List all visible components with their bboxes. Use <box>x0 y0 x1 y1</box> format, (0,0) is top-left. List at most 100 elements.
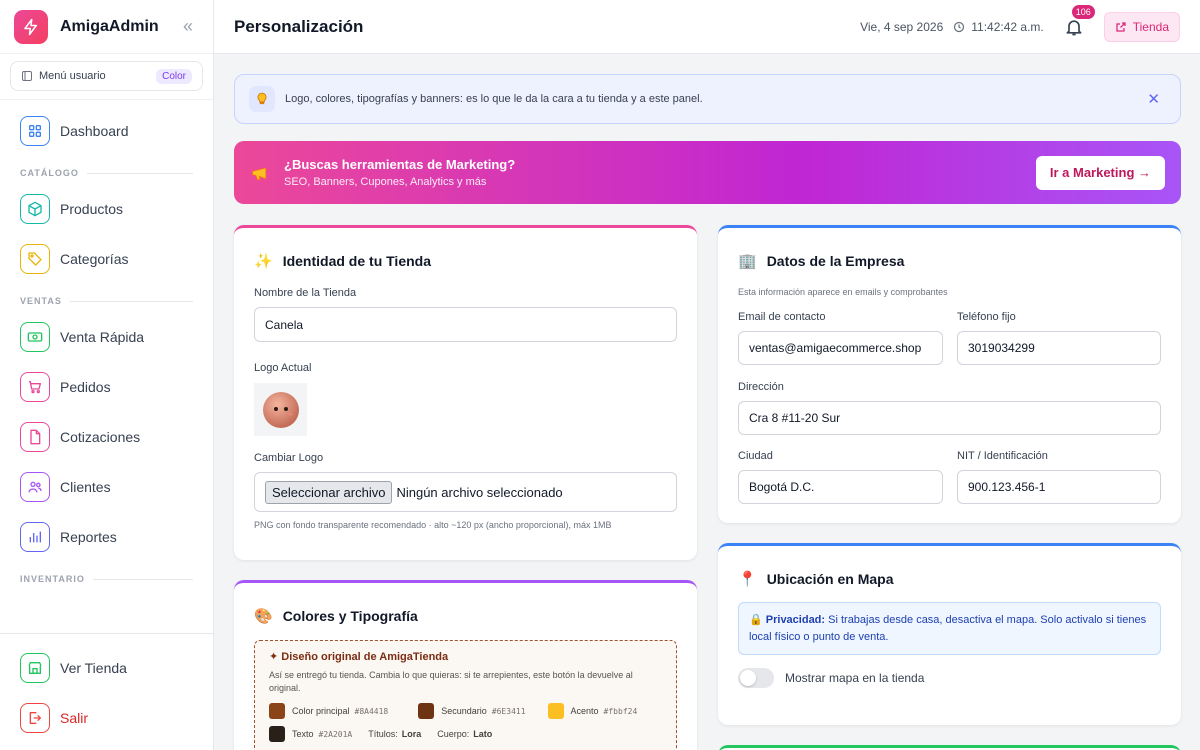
logo-file-input[interactable]: Seleccionar archivo Ningún archivo selec… <box>254 472 677 512</box>
current-time: 11:42:42 a.m. <box>971 19 1044 34</box>
sparkles-icon: ✨ <box>254 253 273 270</box>
sidebar-item-label: Reportes <box>60 529 117 545</box>
sidebar-item-label: Categorías <box>60 251 129 267</box>
promo-title: ¿Buscas herramientas de Marketing? <box>284 157 516 172</box>
swatch-hex: #6E3411 <box>491 706 526 716</box>
clock-icon <box>954 21 965 32</box>
bar-chart-icon <box>20 522 50 552</box>
building-icon: 🏢 <box>738 253 757 270</box>
address-label: Dirección <box>738 381 784 393</box>
store-button[interactable]: Tienda <box>1103 11 1180 42</box>
sidebar-item-orders[interactable]: Pedidos <box>20 362 193 412</box>
card-title: Colores y Tipografía <box>282 608 418 624</box>
phone-field[interactable]: 3019034299 <box>957 331 1161 365</box>
collapse-sidebar-icon[interactable]: « <box>183 16 193 37</box>
privacy-notice: 🔒 Privacidad: Si trabajas desde casa, de… <box>738 602 1161 655</box>
section-catalog: CATÁLOGO <box>20 162 193 184</box>
store-button-label: Tienda <box>1132 19 1169 34</box>
logo-face-icon <box>262 391 299 428</box>
primary-swatch <box>269 703 285 720</box>
sidebar-item-label: Ver Tienda <box>60 660 127 676</box>
lock-icon: 🔒 <box>749 614 763 626</box>
sidebar-item-reports[interactable]: Reportes <box>20 512 193 562</box>
sidebar-item-view-store[interactable]: Ver Tienda <box>20 643 193 693</box>
email-field[interactable]: ventas@amigaecommerce.shop <box>738 331 943 365</box>
phone-label: Teléfono fijo <box>957 311 1016 323</box>
tag-icon <box>20 244 50 274</box>
email-label: Email de contacto <box>738 311 826 323</box>
sidebar-item-label: Clientes <box>60 479 111 495</box>
company-data-card: 🏢 Datos de la Empresa Esta información a… <box>718 225 1181 523</box>
titles-font-label: Títulos: <box>368 729 398 740</box>
text-swatch <box>269 726 285 743</box>
original-design-title: ✦ Diseño original de AmigaTienda <box>269 651 449 663</box>
grid-icon <box>20 116 50 146</box>
store-identity-card: ✨ Identidad de tu Tienda Nombre de la Ti… <box>234 225 697 560</box>
card-title: Identidad de tu Tienda <box>282 253 431 269</box>
palette-icon <box>22 71 32 81</box>
sidebar: AmigaAdmin « Menú usuario Color Dashboar… <box>0 0 214 750</box>
sidebar-item-label: Venta Rápida <box>60 329 145 345</box>
store-name-label: Nombre de la Tienda <box>254 287 357 299</box>
address-field[interactable]: Cra 8 #11-20 Sur <box>738 401 1161 435</box>
close-icon[interactable]: ✕ <box>1147 90 1160 108</box>
palette-icon: 🎨 <box>254 608 273 625</box>
sidebar-item-dashboard[interactable]: Dashboard <box>20 106 193 156</box>
sidebar-item-clients[interactable]: Clientes <box>20 462 193 512</box>
swatch-hex: #8A4418 <box>354 706 389 716</box>
body-font-value: Lato <box>473 729 493 740</box>
user-menu-button[interactable]: Menú usuario Color <box>10 61 203 91</box>
nit-label: NIT / Identificación <box>957 450 1048 462</box>
current-date: Vie, 4 sep 2026 <box>860 19 944 34</box>
color-badge: Color <box>156 68 192 84</box>
store-name-input[interactable]: Canela <box>254 307 677 342</box>
swatch-label: Color principal <box>292 706 350 717</box>
logout-icon <box>20 703 50 733</box>
city-label: Ciudad <box>738 450 773 462</box>
original-design-text: Así se entregó tu tienda. Cambia lo que … <box>269 670 633 693</box>
sidebar-item-logout[interactable]: Salir <box>20 693 193 743</box>
cart-icon <box>20 372 50 402</box>
company-subtitle: Esta información aparece en emails y com… <box>738 287 948 297</box>
card-title: Datos de la Empresa <box>766 253 905 269</box>
sidebar-item-label: Productos <box>60 201 124 217</box>
current-logo-label: Logo Actual <box>254 362 312 374</box>
go-marketing-button[interactable]: Ir a Marketing → <box>1035 155 1165 190</box>
store-icon <box>20 653 50 683</box>
card-title: Ubicación en Mapa <box>766 571 894 587</box>
map-location-card: 📍 Ubicación en Mapa 🔒 Privacidad: Si tra… <box>718 543 1181 725</box>
topbar: Personalización Vie, 4 sep 2026 11:42:42… <box>214 0 1200 54</box>
city-field[interactable]: Bogotá D.C. <box>738 470 943 504</box>
cash-icon <box>20 322 50 352</box>
show-map-label: Mostrar mapa en la tienda <box>785 671 925 685</box>
sidebar-item-label: Pedidos <box>60 379 111 395</box>
show-map-toggle[interactable] <box>738 668 774 688</box>
pin-icon: 📍 <box>738 571 757 588</box>
cube-icon <box>20 194 50 224</box>
bell-icon <box>1066 19 1082 35</box>
promo-subtitle: SEO, Banners, Cupones, Analytics y más <box>284 176 487 188</box>
next-card-edge <box>718 745 1181 750</box>
sidebar-item-quotes[interactable]: Cotizaciones <box>20 412 193 462</box>
sidebar-item-categories[interactable]: Categorías <box>20 234 193 284</box>
notifications-button[interactable]: 106 <box>1064 4 1095 37</box>
logo-hint: PNG con fondo transparente recomendado ·… <box>254 520 612 530</box>
sidebar-item-quick-sale[interactable]: Venta Rápida <box>20 312 193 362</box>
sidebar-item-label: Dashboard <box>60 123 129 139</box>
swatch-hex: #2A201A <box>318 729 353 739</box>
sidebar-nav: Dashboard CATÁLOGO Productos Categorías … <box>0 106 213 590</box>
sidebar-item-label: Salir <box>60 710 89 726</box>
users-icon <box>20 472 50 502</box>
body-font-label: Cuerpo: <box>437 729 470 740</box>
titles-font-value: Lora <box>401 729 422 740</box>
external-link-icon <box>1116 21 1126 32</box>
sidebar-item-products[interactable]: Productos <box>20 184 193 234</box>
lightning-icon <box>14 9 48 44</box>
notification-count-badge: 106 <box>1071 4 1095 19</box>
select-file-button[interactable]: Seleccionar archivo <box>265 480 393 504</box>
document-icon <box>20 422 50 452</box>
original-design-box: ✦ Diseño original de AmigaTienda Así se … <box>254 640 677 750</box>
swatch-label: Acento <box>570 706 599 717</box>
nit-field[interactable]: 900.123.456-1 <box>957 470 1161 504</box>
brand: AmigaAdmin « <box>0 0 213 54</box>
